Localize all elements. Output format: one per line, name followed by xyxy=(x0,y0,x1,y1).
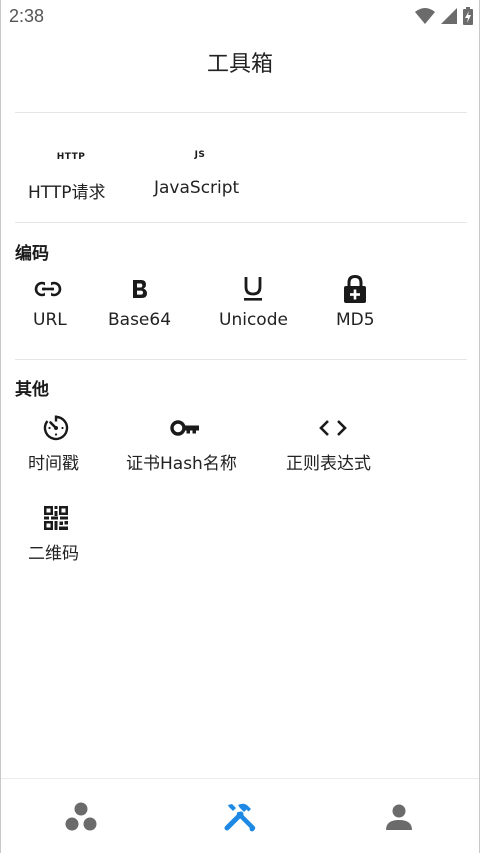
divider xyxy=(15,359,467,360)
tool-md5[interactable]: MD5 xyxy=(329,274,449,346)
tool-label: Base64 xyxy=(108,310,172,330)
tool-javascript[interactable]: JS JavaScript xyxy=(141,142,261,214)
status-time: 2:38 xyxy=(9,6,45,26)
tool-label: 正则表达式 xyxy=(286,454,371,474)
http-icon: HTTP xyxy=(56,152,86,162)
tool-unicode[interactable]: Unicode xyxy=(213,274,333,346)
title-bar: 工具箱 xyxy=(1,32,479,112)
nav-item-toolbox[interactable] xyxy=(160,779,319,853)
tool-label: 时间戳 xyxy=(28,454,79,474)
tool-label: Unicode xyxy=(219,310,288,330)
tool-label: 证书Hash名称 xyxy=(126,454,237,474)
bottom-nav xyxy=(1,778,479,853)
wifi-icon xyxy=(415,8,435,24)
person-icon xyxy=(385,803,413,831)
qr-code-icon xyxy=(15,503,97,533)
bold-b-icon xyxy=(101,274,179,304)
timer-icon xyxy=(15,413,97,443)
divider xyxy=(15,112,467,113)
key-icon xyxy=(119,413,251,443)
tool-label: 二维码 xyxy=(28,544,79,564)
tool-label: HTTP请求 xyxy=(28,183,106,203)
underline-u-icon xyxy=(213,274,293,304)
nav-item-home[interactable] xyxy=(1,779,160,853)
tool-http-request[interactable]: HTTP HTTP请求 xyxy=(15,142,135,214)
signal-icon xyxy=(441,8,457,24)
tools-icon xyxy=(224,801,256,833)
lock-plus-icon xyxy=(329,274,381,304)
tool-base64[interactable]: Base64 xyxy=(101,274,221,346)
tool-label: JavaScript xyxy=(154,178,240,198)
divider xyxy=(15,222,467,223)
status-bar: 2:38 xyxy=(1,0,479,32)
link-icon xyxy=(15,274,81,304)
tool-qr-code[interactable]: 二维码 xyxy=(15,503,135,575)
page-title: 工具箱 xyxy=(206,52,273,77)
tool-cert-hash-name[interactable]: 证书Hash名称 xyxy=(119,413,239,485)
tool-label: MD5 xyxy=(336,310,375,330)
bubbles-icon xyxy=(64,801,98,833)
section-title-encoding: 编码 xyxy=(15,244,49,264)
js-icon: JS xyxy=(194,150,206,160)
status-icons xyxy=(415,6,473,26)
app-screen: 2:38 工具箱 HTTP HTTP请求 JS JavaScript 编码 UR… xyxy=(0,0,480,853)
battery-charging-icon xyxy=(463,7,473,25)
tool-timestamp[interactable]: 时间戳 xyxy=(15,413,135,485)
code-brackets-icon xyxy=(281,413,385,443)
nav-item-profile[interactable] xyxy=(319,779,478,853)
tool-label: URL xyxy=(33,310,67,330)
tool-regex[interactable]: 正则表达式 xyxy=(281,413,401,485)
section-title-other: 其他 xyxy=(15,380,49,400)
